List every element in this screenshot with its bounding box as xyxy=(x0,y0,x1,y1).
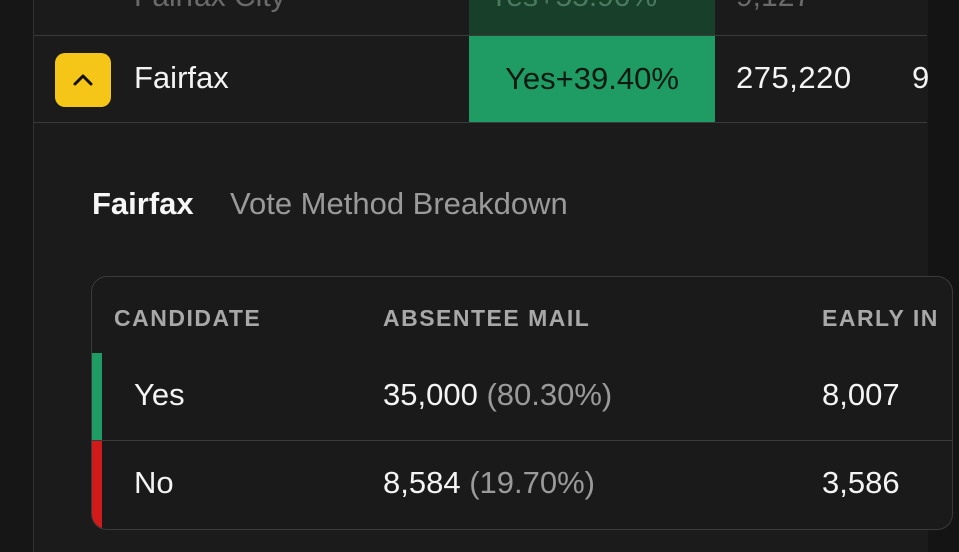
next-cell-partial: 9 xyxy=(912,60,930,95)
table-row-fairfax[interactable]: Fairfax Yes+39.40% 275,220 9 xyxy=(34,36,930,123)
county-name[interactable]: Fairfax xyxy=(134,60,229,96)
early-no: 3,586 xyxy=(822,465,900,500)
vote-method-table: CANDIDATE ABSENTEE MAIL EARLY IN Yes 35,… xyxy=(91,276,953,530)
absentee-no: 8,584 (19.70%) xyxy=(383,465,595,501)
prev-county-name: Fairfax City xyxy=(134,0,286,14)
total-votes: 275,220 xyxy=(736,60,852,95)
breakdown-county-title: Fairfax xyxy=(92,186,194,221)
yes-color-bar xyxy=(92,353,102,440)
prev-result-cell: Yes+55.90% xyxy=(469,0,715,35)
header-early: EARLY IN xyxy=(822,305,939,331)
header-candidate: CANDIDATE xyxy=(114,305,262,331)
prev-result-text: Yes+55.90% xyxy=(489,0,657,14)
absentee-no-votes: 8,584 xyxy=(383,465,461,500)
early-yes: 8,007 xyxy=(822,377,900,412)
collapse-toggle-button[interactable] xyxy=(55,53,111,107)
chevron-up-icon xyxy=(73,74,93,86)
absentee-yes-votes: 35,000 xyxy=(383,377,478,412)
candidate-yes: Yes xyxy=(134,377,185,412)
table-row-no: No 8,584 (19.70%) 3,586 xyxy=(92,441,952,528)
table-row-yes: Yes 35,000 (80.30%) 8,007 xyxy=(92,353,952,441)
header-absentee-mail: ABSENTEE MAIL xyxy=(383,305,591,331)
candidate-no: No xyxy=(134,465,174,500)
result-margin-text: Yes+39.40% xyxy=(505,61,679,96)
breakdown-subtitle: Vote Method Breakdown xyxy=(230,186,568,221)
absentee-yes-pct: (80.30%) xyxy=(486,377,613,412)
table-row-prev-county[interactable]: Fairfax City Yes+55.90% 9,127 xyxy=(34,0,927,36)
result-margin-cell: Yes+39.40% xyxy=(469,36,715,122)
no-color-bar xyxy=(92,441,102,528)
absentee-yes: 35,000 (80.30%) xyxy=(383,377,612,413)
prev-votes: 9,127 xyxy=(736,0,811,14)
absentee-no-pct: (19.70%) xyxy=(469,465,595,500)
